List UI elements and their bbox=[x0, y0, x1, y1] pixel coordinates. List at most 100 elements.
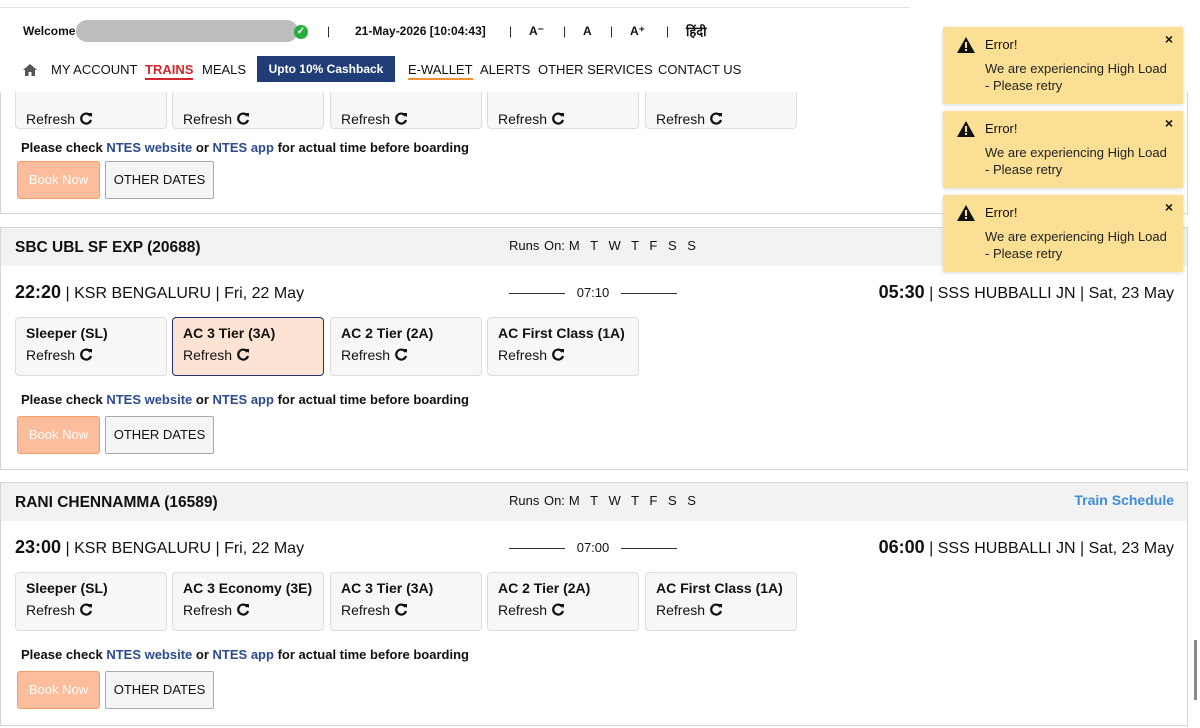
ntes-notice: Please check NTES website or NTES app fo… bbox=[21, 140, 469, 155]
error-toast: Error! We are experiencing High Load - P… bbox=[943, 111, 1183, 188]
class-option[interactable]: AC 2 Tier (2A) Refresh bbox=[330, 317, 482, 376]
other-dates-button[interactable]: OTHER DATES bbox=[105, 161, 214, 199]
nav-alerts[interactable]: ALERTS bbox=[480, 62, 530, 77]
verified-check-icon: ✓ bbox=[294, 25, 308, 39]
class-option[interactable]: Refresh bbox=[15, 92, 167, 129]
font-increase-button[interactable]: A⁺ bbox=[630, 24, 645, 38]
refresh-icon bbox=[237, 112, 250, 125]
ntes-app-link[interactable]: NTES app bbox=[213, 647, 274, 662]
welcome-bar: Welcome ✓ | 21-May-2026 [10:04:43] | A⁻ … bbox=[0, 20, 900, 44]
book-now-button[interactable]: Book Now bbox=[17, 671, 100, 709]
home-icon[interactable] bbox=[23, 64, 37, 79]
refresh-icon bbox=[395, 603, 408, 616]
close-icon[interactable]: × bbox=[1165, 31, 1173, 47]
refresh-icon bbox=[237, 603, 250, 616]
refresh-icon bbox=[710, 603, 723, 616]
journey-duration: 07:00 bbox=[509, 540, 677, 555]
other-dates-button[interactable]: OTHER DATES bbox=[105, 416, 214, 454]
toast-message: We are experiencing High Load - Please r… bbox=[985, 61, 1167, 93]
departure: 22:20 | KSR BENGALURU | Fri, 22 May bbox=[15, 282, 305, 302]
language-toggle[interactable]: हिंदी bbox=[686, 22, 707, 40]
separator: | bbox=[327, 24, 331, 38]
font-decrease-button[interactable]: A⁻ bbox=[529, 24, 544, 38]
welcome-label: Welcome bbox=[23, 24, 76, 38]
refresh-icon bbox=[237, 348, 250, 361]
nav-my-account[interactable]: MY ACCOUNT bbox=[51, 62, 137, 77]
train-name: SBC UBL SF EXP (20688) bbox=[15, 239, 201, 256]
train-card: RANI CHENNAMMA (16589) Runs On: M T W T F… bbox=[0, 482, 1188, 726]
train-name: RANI CHENNAMMA (16589) bbox=[15, 494, 218, 511]
class-option[interactable]: AC 3 Economy (3E) Refresh bbox=[172, 572, 324, 631]
journey-duration: 07:10 bbox=[509, 285, 677, 300]
class-option[interactable]: Sleeper (SL) Refresh bbox=[15, 317, 167, 376]
toast-title: Error! bbox=[985, 205, 1018, 220]
train-card-header: RANI CHENNAMMA (16589) Runs On: M T W T F… bbox=[1, 483, 1187, 521]
train-timing: 22:20 | KSR BENGALURU | Fri, 22 May 07:1… bbox=[1, 282, 1187, 306]
refresh-button[interactable]: Refresh bbox=[498, 602, 628, 618]
header-divider bbox=[0, 7, 910, 8]
refresh-button[interactable]: Refresh bbox=[341, 111, 471, 127]
refresh-button[interactable]: Refresh bbox=[656, 111, 786, 127]
ntes-website-link[interactable]: NTES website bbox=[106, 140, 192, 155]
refresh-button[interactable]: Refresh bbox=[498, 347, 628, 363]
nav-trains[interactable]: TRAINS bbox=[145, 62, 194, 80]
refresh-icon bbox=[80, 112, 93, 125]
close-icon[interactable]: × bbox=[1165, 199, 1173, 215]
ntes-website-link[interactable]: NTES website bbox=[106, 392, 192, 407]
class-option[interactable]: Sleeper (SL) Refresh bbox=[15, 572, 167, 631]
error-toast: Error! We are experiencing High Load - P… bbox=[943, 27, 1183, 104]
ntes-app-link[interactable]: NTES app bbox=[213, 140, 274, 155]
separator: | bbox=[509, 24, 513, 38]
other-dates-button[interactable]: OTHER DATES bbox=[105, 671, 214, 709]
arrival: 06:00 | SSS HUBBALLI JN | Sat, 23 May bbox=[878, 537, 1174, 557]
warning-icon bbox=[957, 205, 975, 221]
departure: 23:00 | KSR BENGALURU | Fri, 22 May bbox=[15, 537, 305, 557]
refresh-icon bbox=[395, 348, 408, 361]
runs-on: Runs On: M T W T F S S bbox=[509, 493, 699, 508]
main-nav: MY ACCOUNT TRAINS MEALS Upto 10% Cashbac… bbox=[0, 56, 900, 82]
refresh-icon bbox=[552, 603, 565, 616]
font-normal-button[interactable]: A bbox=[583, 24, 592, 38]
refresh-icon bbox=[80, 348, 93, 361]
refresh-icon bbox=[552, 112, 565, 125]
ntes-app-link[interactable]: NTES app bbox=[213, 392, 274, 407]
nav-meals[interactable]: MEALS bbox=[202, 62, 246, 77]
nav-ewallet[interactable]: E-WALLET bbox=[408, 62, 473, 80]
refresh-button[interactable]: Refresh bbox=[26, 602, 156, 618]
class-option[interactable]: AC 3 Tier (3A) Refresh bbox=[330, 572, 482, 631]
ntes-website-link[interactable]: NTES website bbox=[106, 647, 192, 662]
class-option[interactable]: Refresh bbox=[645, 92, 797, 129]
refresh-button[interactable]: Refresh bbox=[498, 111, 628, 127]
refresh-button[interactable]: Refresh bbox=[183, 347, 313, 363]
redacted-username bbox=[76, 20, 298, 42]
close-icon[interactable]: × bbox=[1165, 115, 1173, 131]
class-option[interactable]: AC First Class (1A) Refresh bbox=[645, 572, 797, 631]
refresh-button[interactable]: Refresh bbox=[26, 347, 156, 363]
refresh-button[interactable]: Refresh bbox=[656, 602, 786, 618]
refresh-button[interactable]: Refresh bbox=[341, 347, 471, 363]
refresh-button[interactable]: Refresh bbox=[183, 111, 313, 127]
class-option[interactable]: Refresh bbox=[172, 92, 324, 129]
class-option[interactable]: AC 2 Tier (2A) Refresh bbox=[487, 572, 639, 631]
class-option-selected[interactable]: AC 3 Tier (3A) Refresh bbox=[172, 317, 324, 376]
cashback-banner[interactable]: Upto 10% Cashback bbox=[257, 56, 395, 82]
arrival: 05:30 | SSS HUBBALLI JN | Sat, 23 May bbox=[878, 282, 1174, 302]
book-now-button[interactable]: Book Now bbox=[17, 416, 100, 454]
nav-other-services[interactable]: OTHER SERVICES bbox=[538, 62, 653, 77]
toast-message: We are experiencing High Load - Please r… bbox=[985, 229, 1167, 261]
date-time: 21-May-2026 [10:04:43] bbox=[355, 24, 486, 38]
train-timing: 23:00 | KSR BENGALURU | Fri, 22 May 07:0… bbox=[1, 537, 1187, 561]
refresh-button[interactable]: Refresh bbox=[341, 602, 471, 618]
class-option[interactable]: Refresh bbox=[330, 92, 482, 129]
train-schedule-link[interactable]: Train Schedule bbox=[1074, 492, 1174, 508]
class-option[interactable]: AC First Class (1A) Refresh bbox=[487, 317, 639, 376]
separator: | bbox=[563, 24, 567, 38]
book-now-button[interactable]: Book Now bbox=[17, 161, 100, 199]
nav-contact-us[interactable]: CONTACT US bbox=[658, 62, 741, 77]
refresh-button[interactable]: Refresh bbox=[26, 111, 156, 127]
ntes-notice: Please check NTES website or NTES app fo… bbox=[21, 647, 469, 662]
class-option[interactable]: Refresh bbox=[487, 92, 639, 129]
toast-title: Error! bbox=[985, 37, 1018, 52]
scrollbar[interactable] bbox=[1194, 640, 1197, 700]
refresh-button[interactable]: Refresh bbox=[183, 602, 313, 618]
